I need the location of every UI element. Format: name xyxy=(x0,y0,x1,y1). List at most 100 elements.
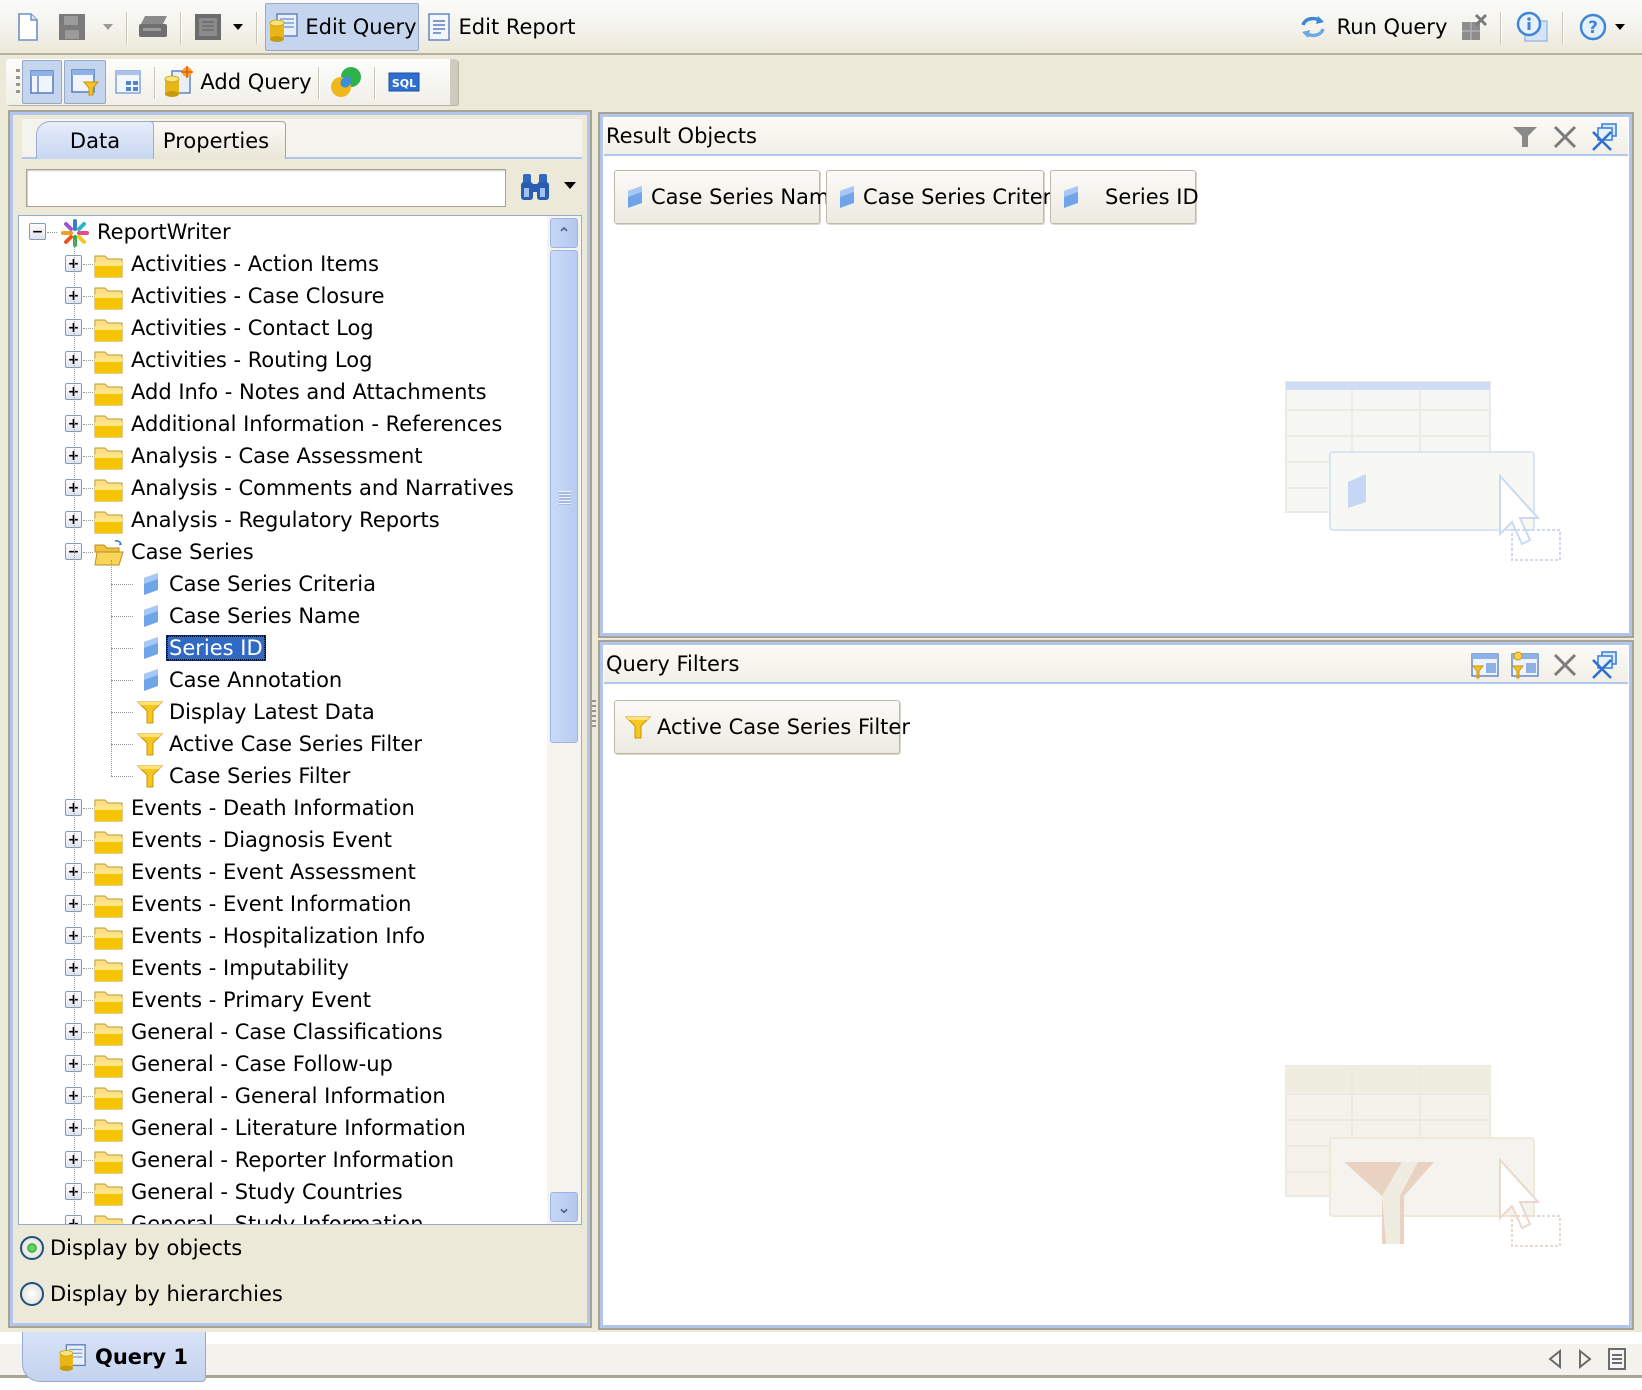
query-filters-tools xyxy=(1470,650,1620,680)
tree-filter-display-latest-data[interactable]: Display Latest Data xyxy=(19,696,547,728)
scroll-down-button[interactable]: ⌄ xyxy=(550,1192,578,1222)
tree-connector xyxy=(111,776,133,777)
find-button[interactable] xyxy=(518,170,554,206)
tree-folder-events-diagnosis-event[interactable]: + Events - Diagnosis Event xyxy=(19,824,547,856)
tree-object-case-annotation[interactable]: Case Annotation xyxy=(19,664,547,696)
tree-folder-events-event-assessment[interactable]: + Events - Event Assessment xyxy=(19,856,547,888)
display-by-hierarchies-option[interactable]: Display by hierarchies xyxy=(20,1278,283,1310)
tree-connector xyxy=(83,296,93,297)
tree-folder-events-event-information[interactable]: + Events - Event Information xyxy=(19,888,547,920)
remove-all-filters-button[interactable] xyxy=(1550,650,1580,680)
tree-item-label: General - Study Countries xyxy=(131,1180,403,1204)
tree-folder-case-series[interactable]: − Case Series xyxy=(19,536,547,568)
tree-folder-events-primary-event[interactable]: + Events - Primary Event xyxy=(19,984,547,1016)
tree-folder-activities-routing-log[interactable]: + Activities - Routing Log xyxy=(19,344,547,376)
scroll-thumb[interactable] xyxy=(550,250,578,743)
close-icon xyxy=(1553,653,1577,677)
tree-folder-activities-action-items[interactable]: + Activities - Action Items xyxy=(19,248,547,280)
combined-queries-button[interactable] xyxy=(326,60,368,104)
tree-filter-active-case-series-filter[interactable]: Active Case Series Filter xyxy=(19,728,547,760)
tree-folder-analysis-case-assessment[interactable]: + Analysis - Case Assessment xyxy=(19,440,547,472)
tree-folder-add-info-notes-and-attachments[interactable]: + Add Info - Notes and Attachments xyxy=(19,376,547,408)
toggle-filter-panel-button[interactable] xyxy=(64,60,106,104)
data-preview-button[interactable] xyxy=(108,60,148,104)
purge-button[interactable] xyxy=(1456,5,1492,49)
scroll-up-button[interactable]: ⌃ xyxy=(550,218,578,248)
tree-folder-events-hospitalization-info[interactable]: + Events - Hospitalization Info xyxy=(19,920,547,952)
tree-object-case-series-name[interactable]: Case Series Name xyxy=(19,600,547,632)
view-sql-button[interactable]: SQL xyxy=(382,60,426,104)
collapse-icon[interactable]: − xyxy=(29,223,46,240)
result-objects-dropzone[interactable]: Case Series Name Case Series Criteria Seri… xyxy=(604,158,1628,632)
edit-report-button[interactable]: Edit Report xyxy=(426,3,576,51)
tree-folder-events-death-information[interactable]: + Events - Death Information xyxy=(19,792,547,824)
edit-query-button[interactable]: Edit Query xyxy=(265,3,419,51)
tree-folder-general-reporter-information[interactable]: + General - Reporter Information xyxy=(19,1144,547,1176)
tree-folder-events-imputability[interactable]: + Events - Imputability xyxy=(19,952,547,984)
outline-filters-button[interactable] xyxy=(1590,650,1620,680)
tree-object-case-series-criteria[interactable]: Case Series Criteria xyxy=(19,568,547,600)
info-button[interactable] xyxy=(1512,5,1552,49)
dimension-icon xyxy=(141,636,163,660)
toolbar-grip[interactable] xyxy=(16,69,20,97)
display-by-objects-option[interactable]: Display by objects xyxy=(20,1232,242,1264)
new-document-button[interactable] xyxy=(8,5,48,49)
save-dropdown-button[interactable] xyxy=(96,5,120,49)
tree-folder-additional-information-references[interactable]: + Additional Information - References xyxy=(19,408,547,440)
result-object-case-series-criteria[interactable]: Case Series Criteria xyxy=(826,170,1070,224)
tree-item-label: Events - Primary Event xyxy=(131,988,372,1012)
tab-data[interactable]: Data xyxy=(36,121,154,159)
toggle-data-panel-button[interactable] xyxy=(22,60,62,104)
add-predefined-filter-button[interactable] xyxy=(1470,650,1500,680)
tree-item-label: General - Literature Information xyxy=(131,1116,466,1140)
tree-folder-general-study-information[interactable]: + General - Study Information xyxy=(19,1208,547,1224)
tree-folder-activities-case-closure[interactable]: + Activities - Case Closure xyxy=(19,280,547,312)
show-filters-button[interactable] xyxy=(1510,122,1540,152)
help-dropdown-button[interactable] xyxy=(1610,5,1630,49)
folder-icon xyxy=(93,795,123,822)
save-button[interactable] xyxy=(52,5,92,49)
run-query-button[interactable]: Run Query xyxy=(1298,3,1448,51)
search-input[interactable] xyxy=(26,169,506,207)
search-options-dropdown[interactable] xyxy=(564,182,576,189)
vertical-splitter-grip[interactable] xyxy=(592,700,596,730)
result-object-series-id[interactable]: Series ID xyxy=(1050,170,1199,224)
tree-folder-general-case-follow-up[interactable]: + General - Case Follow-up xyxy=(19,1048,547,1080)
add-query-button[interactable]: Add Query xyxy=(162,60,312,104)
print-button[interactable] xyxy=(134,5,174,49)
help-button[interactable]: ? xyxy=(1576,5,1610,49)
tree-root-reportwriter[interactable]: − ReportWriter xyxy=(19,216,547,248)
tree-item-label: Case Series Criteria xyxy=(169,572,376,596)
outline-button[interactable] xyxy=(1590,122,1620,152)
tree-scrollbar[interactable]: ⌃ ⌄ xyxy=(547,216,581,1224)
tree-folder-general-literature-information[interactable]: + General - Literature Information xyxy=(19,1112,547,1144)
result-object-case-series-name[interactable]: Case Series Name xyxy=(614,170,842,224)
tree-connector xyxy=(111,560,112,776)
tree-folder-general-case-classifications[interactable]: + General - Case Classifications xyxy=(19,1016,547,1048)
tree-filter-case-series-filter[interactable]: Case Series Filter xyxy=(19,760,547,792)
query-filters-dropzone[interactable]: Active Case Series Filter xyxy=(604,686,1628,1324)
previous-tab-icon[interactable] xyxy=(1548,1349,1562,1369)
tree-item-label: Display Latest Data xyxy=(169,700,375,724)
close-icon xyxy=(1553,125,1577,149)
tree-folder-general-general-information[interactable]: + General - General Information xyxy=(19,1080,547,1112)
remove-all-objects-button[interactable] xyxy=(1550,122,1580,152)
radio-button-checked[interactable] xyxy=(20,1236,44,1260)
tree-folder-general-study-countries[interactable]: + General - Study Countries xyxy=(19,1176,547,1208)
add-subquery-button[interactable] xyxy=(1510,650,1540,680)
tree-folder-activities-contact-log[interactable]: + Activities - Contact Log xyxy=(19,312,547,344)
next-tab-icon[interactable] xyxy=(1578,1349,1592,1369)
view-dropdown-button[interactable] xyxy=(228,5,248,49)
tree-object-series-id[interactable]: Series ID xyxy=(19,632,547,664)
tab-list-icon[interactable] xyxy=(1608,1348,1626,1370)
tab-query-1[interactable]: Query 1 xyxy=(22,1332,206,1382)
tree-folder-analysis-comments-and-narratives[interactable]: + Analysis - Comments and Narratives xyxy=(19,472,547,504)
query-filter-active-case-series-filter[interactable]: Active Case Series Filter xyxy=(614,700,910,754)
tree-connector xyxy=(83,1000,93,1001)
tree-folder-analysis-regulatory-reports[interactable]: + Analysis - Regulatory Reports xyxy=(19,504,547,536)
tab-properties[interactable]: Properties xyxy=(146,121,286,159)
filter-panel-icon xyxy=(1471,653,1499,679)
view-button[interactable] xyxy=(188,5,228,49)
radio-button-unchecked[interactable] xyxy=(20,1282,44,1306)
run-query-label: Run Query xyxy=(1336,15,1448,39)
